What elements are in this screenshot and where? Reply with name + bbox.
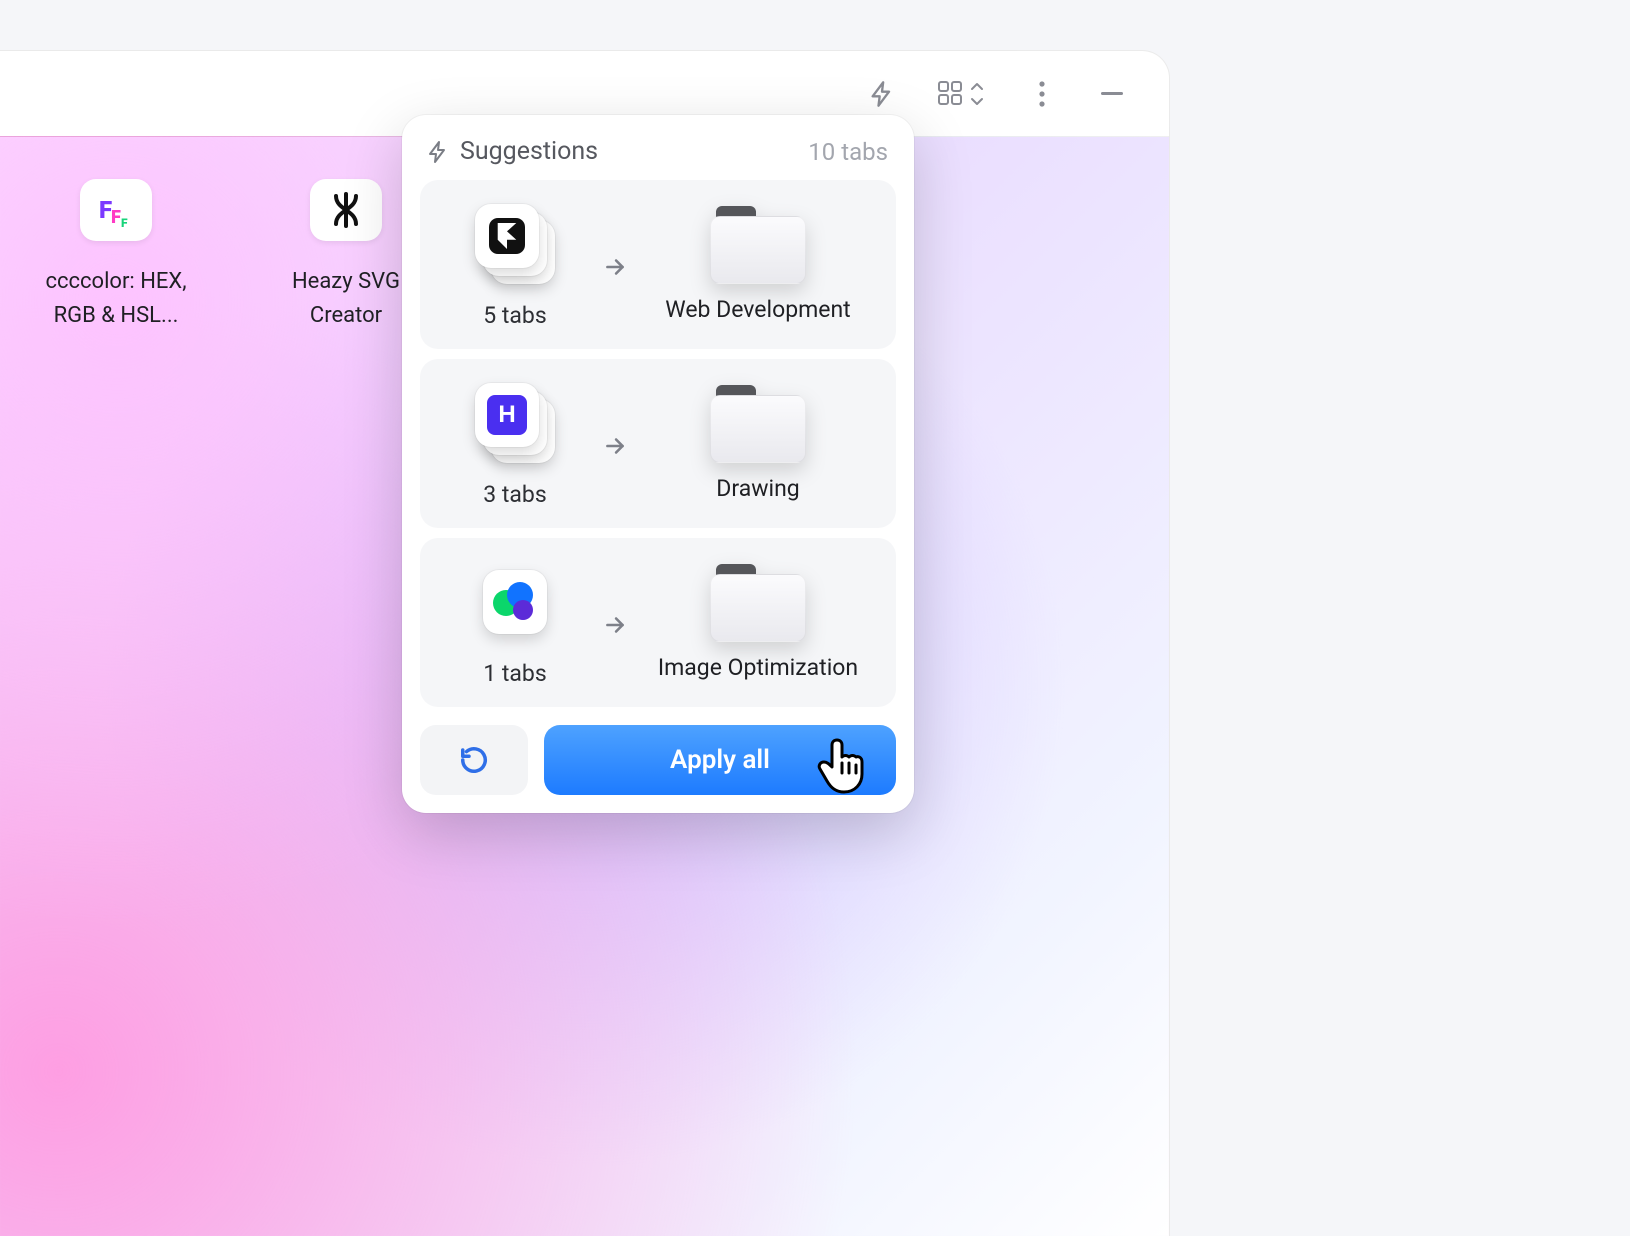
desktop-items: F F F ccccolor: HEX, RGB & HSL... Heazy … [28, 179, 434, 333]
minimize-button[interactable] [1091, 73, 1133, 115]
bolt-icon [868, 80, 896, 108]
svg-text:F: F [111, 207, 121, 228]
h-icon: H [487, 395, 527, 435]
ff-icon: F F F [96, 190, 136, 230]
arrow-right-icon [602, 433, 628, 459]
tab-count-label: 5 tabs [483, 302, 546, 329]
app-tile: F F F [80, 179, 152, 241]
folder-name: Image Optimization [658, 652, 858, 684]
tab-stack [475, 204, 555, 284]
suggestion-image-optimization[interactable]: 1 tabs Image Optimization [420, 538, 896, 707]
more-button[interactable] [1021, 73, 1063, 115]
more-vertical-icon [1038, 80, 1046, 108]
svg-text:F: F [121, 216, 128, 230]
blobs-icon [493, 582, 537, 622]
apply-all-label: Apply all [670, 745, 770, 775]
suggestion-list: 5 tabs Web Development H 3 tabs [420, 180, 896, 707]
popover-header: Suggestions 10 tabs [420, 133, 896, 180]
grid-switch-icon [938, 81, 986, 107]
popover-title: Suggestions [460, 137, 598, 166]
folder-icon [710, 206, 806, 284]
tab-stack: H [475, 383, 555, 463]
folder-icon [710, 564, 806, 642]
minimize-icon [1101, 92, 1123, 95]
desktop-item-ccccolor[interactable]: F F F ccccolor: HEX, RGB & HSL... [28, 179, 204, 333]
folder-name: Drawing [716, 473, 799, 505]
suggestions-popover: Suggestions 10 tabs 5 tabs [402, 115, 914, 813]
swirl-icon [326, 190, 366, 230]
desktop-item-label: ccccolor: HEX, RGB & HSL... [28, 265, 204, 333]
popover-actions: Apply all [420, 725, 896, 795]
tab-count-label: 3 tabs [483, 481, 546, 508]
folder-icon [710, 385, 806, 463]
app-tile [310, 179, 382, 241]
suggestion-web-development[interactable]: 5 tabs Web Development [420, 180, 896, 349]
folder-name: Web Development [665, 294, 850, 326]
apply-all-button[interactable]: Apply all [544, 725, 896, 795]
arrow-right-icon [602, 612, 628, 638]
tab-stack [475, 562, 555, 642]
layout-switch-button[interactable] [931, 73, 993, 115]
refresh-icon [459, 745, 489, 775]
refresh-button[interactable] [420, 725, 528, 795]
bolt-icon [426, 140, 450, 164]
bolt-button[interactable] [861, 73, 903, 115]
tab-count-total: 10 tabs [808, 138, 888, 166]
tab-count-label: 1 tabs [483, 660, 546, 687]
framer-icon [489, 218, 525, 254]
cursor-hand-icon [816, 735, 868, 795]
suggestion-drawing[interactable]: H 3 tabs Drawing [420, 359, 896, 528]
arrow-right-icon [602, 254, 628, 280]
